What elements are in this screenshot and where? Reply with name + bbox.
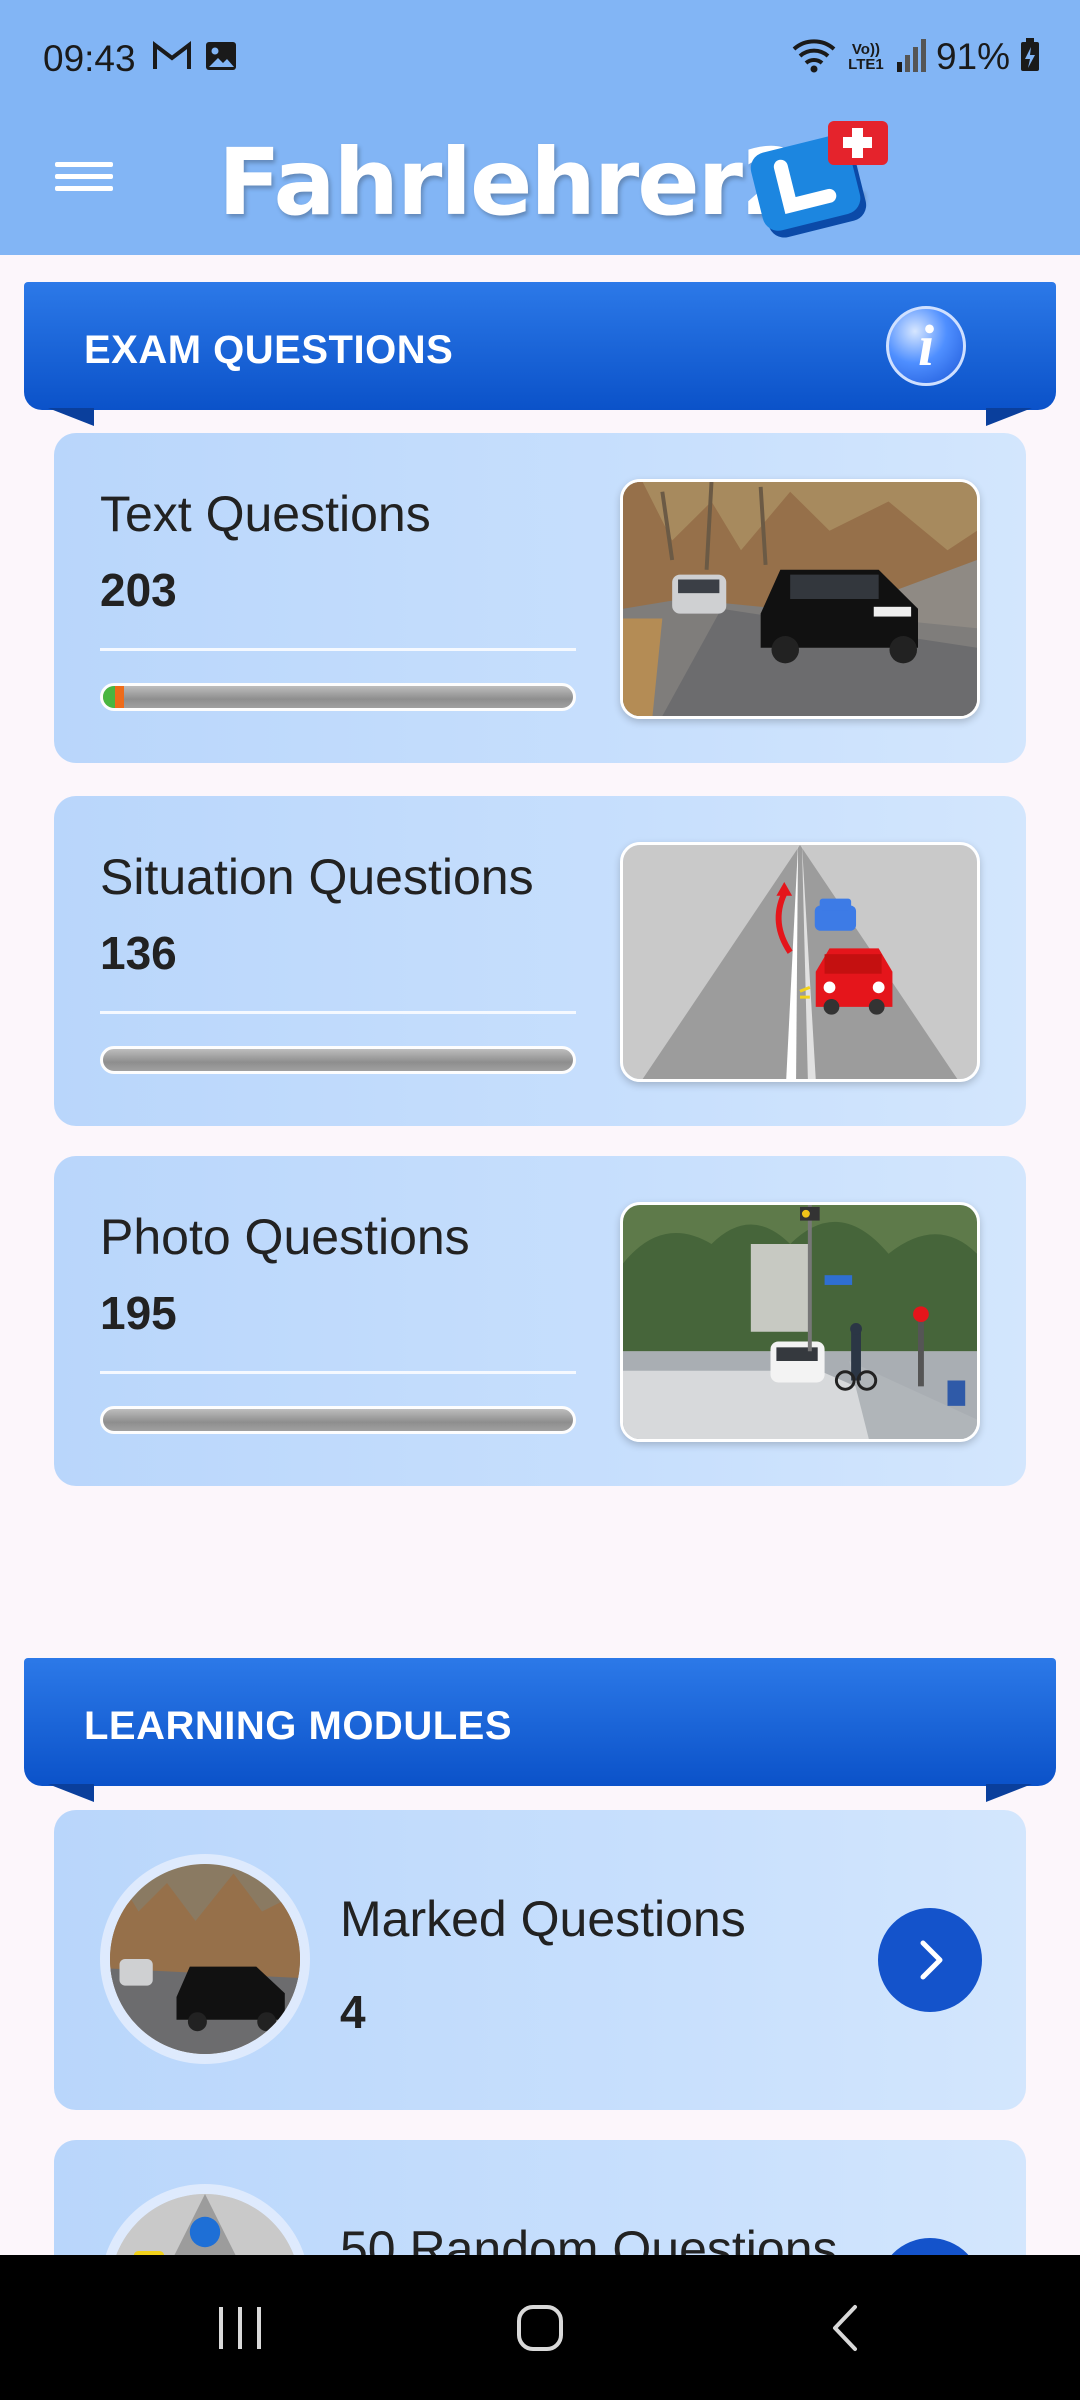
text-questions-card[interactable]: Text Questions 203 <box>54 433 1026 763</box>
info-button[interactable]: i <box>886 306 966 386</box>
chevron-right-icon[interactable] <box>878 1908 982 2012</box>
gallery-icon <box>204 40 238 77</box>
marked-questions-avatar <box>100 1854 310 2064</box>
card-title: Text Questions <box>100 486 431 542</box>
recents-icon[interactable] <box>140 2255 340 2400</box>
fahrlehrer24-logo-icon <box>748 113 898 248</box>
learning-modules-banner: LEARNING MODULES <box>24 1658 1056 1802</box>
section-title: LEARNING MODULES <box>84 1704 512 1748</box>
street-cyclist-thumbnail <box>620 1202 980 1442</box>
hamburger-menu-icon[interactable] <box>55 155 113 205</box>
module-title: Marked Questions <box>340 1891 746 1947</box>
section-title: EXAM QUESTIONS <box>84 328 454 372</box>
app-bar: Fahrlehrer24 <box>0 121 1080 255</box>
progress-bar <box>100 683 576 711</box>
status-bar: 09:43 Vo)) LTE1 91% <box>0 0 1080 125</box>
battery-percent: 91% <box>935 36 1010 77</box>
navigation-bar <box>0 2255 1080 2400</box>
module-count: 4 <box>340 1986 366 2038</box>
progress-bar <box>100 1046 576 1074</box>
home-icon[interactable] <box>440 2255 640 2400</box>
card-count: 195 <box>100 1287 177 1339</box>
progress-bar <box>100 1406 576 1434</box>
photo-questions-card[interactable]: Photo Questions 195 <box>54 1156 1026 1486</box>
divider <box>100 1371 576 1374</box>
card-title: Photo Questions <box>100 1209 470 1265</box>
card-count: 136 <box>100 927 177 979</box>
info-icon: i <box>917 313 935 378</box>
exam-questions-banner: EXAM QUESTIONS i <box>24 282 1056 426</box>
divider <box>100 1011 576 1014</box>
card-title: Situation Questions <box>100 849 534 905</box>
back-icon[interactable] <box>745 2255 945 2400</box>
network-type: Vo)) LTE1 <box>848 41 884 73</box>
situation-questions-card[interactable]: Situation Questions 136 <box>54 796 1026 1126</box>
card-count: 203 <box>100 564 177 616</box>
marked-questions-card[interactable]: Marked Questions 4 <box>54 1810 1026 2110</box>
traffic-situation-thumbnail <box>620 842 980 1082</box>
status-right-cluster: Vo)) LTE1 91% <box>792 36 1040 78</box>
signal-icon <box>896 38 926 77</box>
gmail-icon <box>152 40 192 77</box>
road-cars-thumbnail <box>620 479 980 719</box>
divider <box>100 648 576 651</box>
wifi-icon <box>792 37 836 78</box>
status-time: 09:43 <box>43 38 136 79</box>
battery-charging-icon <box>1020 37 1040 77</box>
